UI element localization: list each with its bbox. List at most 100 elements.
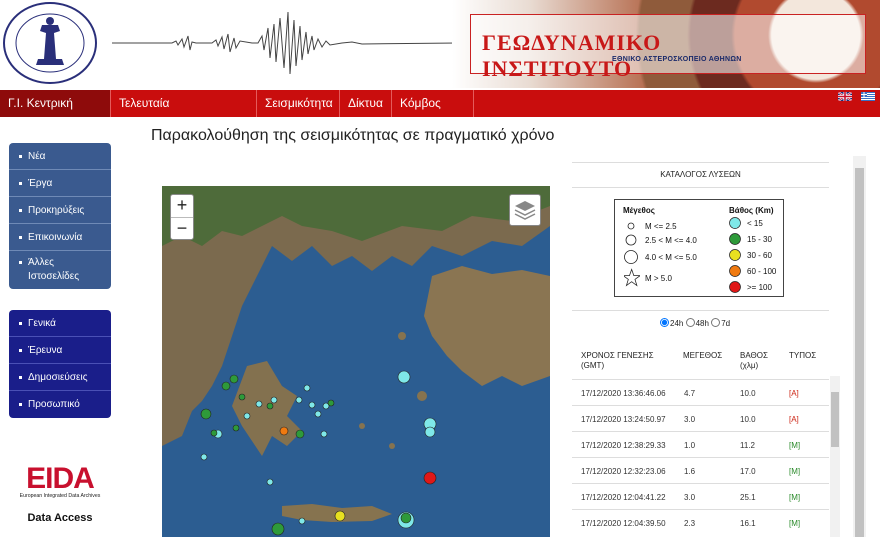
zoom-out-button[interactable]: − bbox=[171, 217, 193, 239]
sidebar-item-projects[interactable]: Έργα bbox=[9, 170, 111, 197]
period-24h-radio[interactable] bbox=[660, 318, 669, 327]
eida-caption: European Integrated Data Archives bbox=[20, 493, 101, 499]
event-marker[interactable] bbox=[334, 510, 346, 522]
event-marker[interactable] bbox=[400, 512, 412, 524]
event-marker[interactable] bbox=[210, 429, 218, 437]
period-7d[interactable]: 7d bbox=[711, 318, 730, 328]
legend-magnitude-header: Μέγεθος bbox=[623, 206, 655, 215]
greek-flag-icon[interactable] bbox=[861, 92, 875, 101]
nav-item-announcements[interactable]: Τελευταία Ανακοινωθέντα bbox=[111, 90, 257, 137]
sidebar-item-calls[interactable]: Προκηρύξεις bbox=[9, 197, 111, 224]
col-header-type: ΤΥΠΟΣ bbox=[789, 351, 817, 360]
nav-item-networks[interactable]: Δίκτυα bbox=[340, 90, 392, 117]
event-marker[interactable] bbox=[200, 408, 212, 420]
event-marker[interactable] bbox=[232, 424, 240, 432]
table-row[interactable]: 17/12/2020 12:32:23.06 1.6 17.0 [M] bbox=[572, 457, 829, 483]
panel-scrollbar[interactable] bbox=[853, 156, 866, 537]
sidebar-item-research[interactable]: Έρευνα bbox=[9, 337, 111, 364]
period-24h[interactable]: 24h bbox=[660, 318, 683, 328]
table-scrollbar-thumb[interactable] bbox=[831, 392, 839, 447]
event-marker[interactable] bbox=[266, 478, 274, 486]
legend-mag-2: 2.5 < M <= 4.0 bbox=[645, 236, 697, 245]
event-marker[interactable] bbox=[423, 471, 437, 485]
zoom-in-button[interactable]: + bbox=[171, 195, 193, 217]
event-marker[interactable] bbox=[295, 429, 305, 439]
period-48h[interactable]: 48h bbox=[685, 318, 709, 328]
nav-item-home[interactable]: Γ.Ι. Κεντρική Σελίδα bbox=[0, 90, 111, 137]
sidebar-item-general[interactable]: Γενικά bbox=[9, 310, 111, 337]
event-marker[interactable] bbox=[327, 399, 335, 407]
event-marker[interactable] bbox=[397, 370, 411, 384]
seismicity-map[interactable] bbox=[162, 186, 550, 537]
sidebar-item-other-sites[interactable]: Άλλες Ιστοσελίδες bbox=[9, 251, 111, 289]
period-selector: 24h 48h 7d bbox=[660, 318, 730, 328]
sidebar-item-staff[interactable]: Προσωπικό bbox=[9, 391, 111, 418]
observatory-logo[interactable] bbox=[2, 1, 98, 85]
eida-logo[interactable]: EIDA European Integrated Data Archives bbox=[9, 460, 111, 500]
sidebar-item-news[interactable]: Νέα bbox=[9, 143, 111, 170]
period-7d-radio[interactable] bbox=[711, 318, 721, 327]
event-marker[interactable] bbox=[200, 453, 208, 461]
legend-depth-5: >= 100 bbox=[747, 283, 772, 292]
legend-depth-3: 30 - 60 bbox=[747, 251, 772, 260]
event-marker[interactable] bbox=[255, 400, 263, 408]
nav-item-eida-node[interactable]: Κόμβος EIDA bbox=[392, 90, 474, 137]
legend-mag-4: M > 5.0 bbox=[645, 274, 672, 283]
table-row[interactable]: 17/12/2020 12:38:29.33 1.0 11.2 [M] bbox=[572, 431, 829, 457]
uk-flag-icon[interactable] bbox=[838, 92, 852, 101]
panel-divider bbox=[572, 310, 829, 311]
legend-mag-3: 4.0 < M <= 5.0 bbox=[645, 253, 697, 262]
table-row[interactable]: 17/12/2020 12:04:41.22 3.0 25.1 [M] bbox=[572, 483, 829, 509]
catalog-title: ΚΑΤΑΛΟΓΟΣ ΛΥΣΕΩΝ bbox=[572, 162, 829, 188]
map-layers-button[interactable] bbox=[509, 194, 541, 226]
earthquake-markers bbox=[200, 370, 437, 536]
table-scrollbar[interactable] bbox=[830, 376, 840, 537]
legend-depth-2: 15 - 30 bbox=[747, 235, 772, 244]
panel-scrollbar-thumb[interactable] bbox=[855, 168, 864, 537]
legend-mag-1: M <= 2.5 bbox=[645, 222, 677, 231]
legend-depth-1: < 15 bbox=[747, 219, 763, 228]
event-marker[interactable] bbox=[295, 396, 303, 404]
data-access-link[interactable]: Data Access bbox=[9, 512, 111, 524]
event-marker[interactable] bbox=[243, 412, 251, 420]
event-marker[interactable] bbox=[221, 381, 231, 391]
event-marker[interactable] bbox=[298, 517, 306, 525]
col-header-depth: ΒΑΘΟΣ (χλμ) bbox=[740, 351, 768, 370]
page-title: Παρακολούθηση της σεισμικότητας σε πραγμ… bbox=[151, 127, 555, 144]
main-nav: Γ.Ι. Κεντρική Σελίδα Τελευταία Ανακοινωθ… bbox=[0, 90, 880, 137]
map-zoom-control: + − bbox=[170, 194, 194, 240]
event-marker[interactable] bbox=[238, 393, 246, 401]
sidebar-item-publications[interactable]: Δημοσιεύσεις bbox=[9, 364, 111, 391]
event-marker[interactable] bbox=[271, 522, 285, 536]
sidebar-menu-secondary: Γενικά Έρευνα Δημοσιεύσεις Προσωπικό bbox=[9, 310, 111, 418]
event-marker[interactable] bbox=[303, 384, 311, 392]
institute-subtitle: ΕΘΝΙΚΟ ΑΣΤΕΡΟΣΚΟΠΕΙΟ ΑΘΗΝΩΝ bbox=[612, 56, 742, 63]
legend-depth-4: 60 - 100 bbox=[747, 267, 777, 276]
seismogram-graphic bbox=[112, 11, 458, 75]
event-marker[interactable] bbox=[308, 401, 316, 409]
nav-item-seismicity[interactable]: Σεισμικότητα bbox=[257, 90, 340, 117]
table-row[interactable]: 17/12/2020 13:36:46.06 4.7 10.0 [A] bbox=[572, 379, 829, 405]
event-marker[interactable] bbox=[424, 426, 436, 438]
event-marker[interactable] bbox=[270, 396, 278, 404]
site-header: ΓΕΩΔΥΝΑΜΙΚΟ ΙΝΣΤΙΤΟΥΤΟ ΕΘΝΙΚΟ ΑΣΤΕΡΟΣΚΟΠ… bbox=[0, 0, 880, 88]
page-root: ΓΕΩΔΥΝΑΜΙΚΟ ΙΝΣΤΙΤΟΥΤΟ ΕΘΝΙΚΟ ΑΣΤΕΡΟΣΚΟΠ… bbox=[0, 0, 880, 537]
col-header-magnitude: ΜΕΓΕΘΟΣ bbox=[683, 351, 723, 360]
event-marker[interactable] bbox=[314, 410, 322, 418]
layers-icon bbox=[514, 201, 536, 220]
event-marker[interactable] bbox=[229, 374, 239, 384]
svg-text:EIDA: EIDA bbox=[26, 462, 94, 495]
sidebar-menu-primary: Νέα Έργα Προκηρύξεις Επικοινωνία Άλλες Ι… bbox=[9, 143, 111, 289]
legend-depth-header: Βάθος (Km) bbox=[729, 206, 774, 215]
map-legend: Μέγεθος Βάθος (Km) M <= 2.5 2.5 < M <= 4… bbox=[614, 199, 784, 297]
event-marker[interactable] bbox=[266, 402, 274, 410]
legend-depth-symbols bbox=[729, 217, 741, 293]
event-marker[interactable] bbox=[320, 430, 328, 438]
table-row[interactable]: 17/12/2020 12:04:39.50 2.3 16.1 [M] bbox=[572, 509, 829, 535]
period-48h-radio[interactable] bbox=[685, 318, 695, 327]
table-row[interactable]: 17/12/2020 13:24:50.97 3.0 10.0 [A] bbox=[572, 405, 829, 431]
legend-magnitude-symbols bbox=[624, 222, 640, 287]
event-marker[interactable] bbox=[279, 426, 289, 436]
sidebar-item-contact[interactable]: Επικοινωνία bbox=[9, 224, 111, 251]
col-header-time: ΧΡΟΝΟΣ ΓΕΝΕΣΗΣ (GMT) bbox=[581, 351, 654, 370]
